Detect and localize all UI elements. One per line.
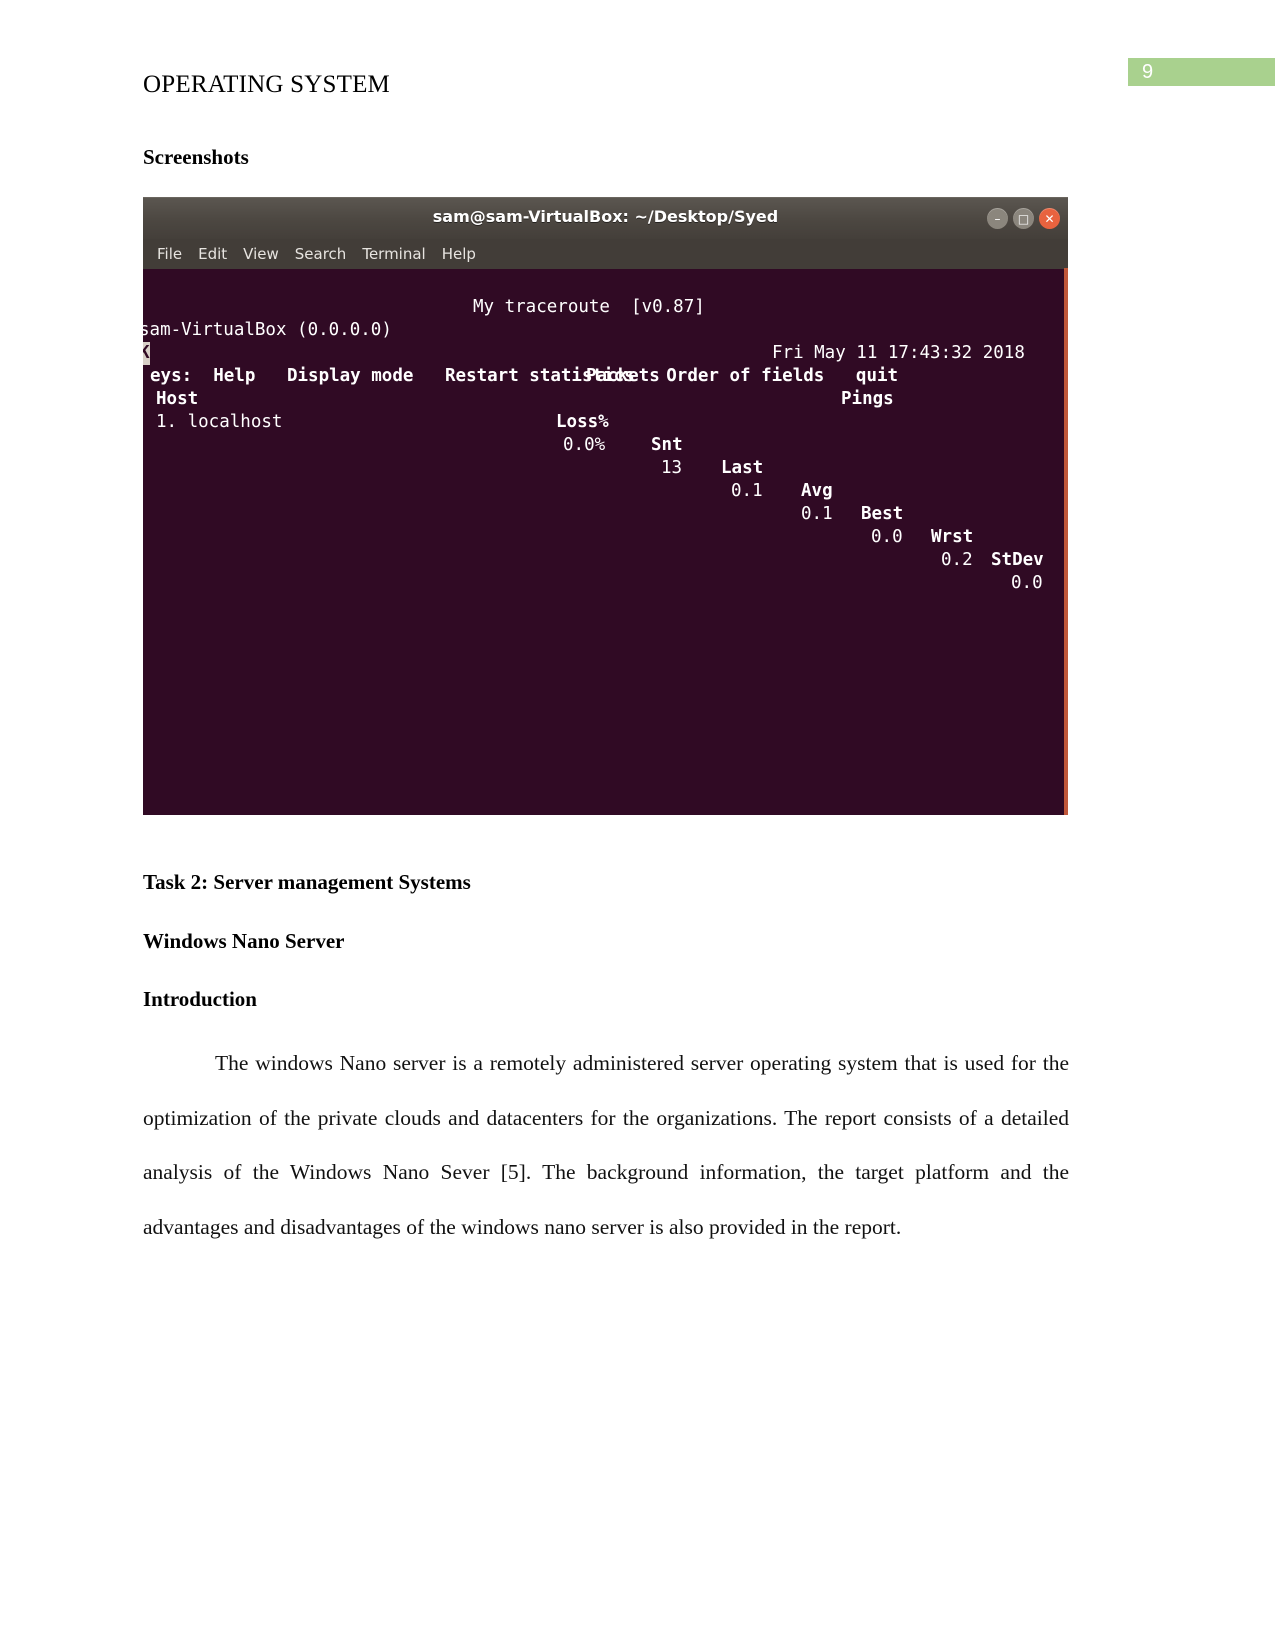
window-controls: – □ ✕ [987,208,1060,229]
mtr-keys-line: K eys: Help Display mode Restart statist… [143,319,1068,386]
terminal-window-screenshot: sam@sam-VirtualBox: ~/Desktop/Syed – □ ✕… [143,197,1068,815]
mtr-row-avg: 0.1 [801,504,833,524]
mtr-row-stdev: 0.0 [1011,573,1043,593]
menu-item-help[interactable]: Help [442,245,476,263]
terminal-menubar: File Edit View Search Terminal Help [143,239,1068,269]
mtr-group-header-line: Packets Pings [143,342,1068,409]
mtr-row-best: 0.0 [871,527,903,547]
terminal-output-area[interactable]: My traceroute [v0.87] sam-VirtualBox (0.… [143,269,1068,815]
terminal-titlebar[interactable]: sam@sam-VirtualBox: ~/Desktop/Syed – □ ✕ [143,197,1068,239]
page-number: 9 [1142,61,1154,83]
mtr-row-last: 0.1 [731,481,763,501]
terminal-title: sam@sam-VirtualBox: ~/Desktop/Syed [432,207,779,226]
mtr-col-best: Best [861,504,904,524]
introduction-paragraph: The windows Nano server is a remotely ad… [143,1051,1069,1239]
mtr-col-avg: Avg [801,481,833,501]
mtr-col-wrst: Wrst [931,527,974,547]
screenshots-heading: Screenshots [143,145,249,169]
menu-item-file[interactable]: File [157,245,182,263]
menu-item-search[interactable]: Search [295,245,347,263]
terminal-scrollbar-edge[interactable] [1064,268,1068,815]
close-icon[interactable]: ✕ [1039,208,1060,229]
mtr-row-loss: 0.0% [563,435,606,455]
mtr-row-wrst: 0.2 [941,550,973,570]
introduction-heading: Introduction [143,987,257,1011]
mtr-row-snt: 13 [661,458,683,478]
mtr-col-last: Last [721,458,764,478]
mtr-data-row: 1. localhost 0.0% 13 0.1 0.1 0.0 0.2 0.0 [143,388,1068,593]
mtr-col-loss: Loss% [556,412,609,432]
page-number-badge: 9 [1128,58,1275,86]
minimize-icon[interactable]: – [987,208,1008,229]
mtr-host-line: sam-VirtualBox (0.0.0.0) Fri May 11 17:4… [143,296,1068,363]
document-header-title: OPERATING SYSTEM [143,71,390,98]
task2-heading: Task 2: Server management Systems [143,870,471,894]
mtr-app-title-line: My traceroute [v0.87] [143,273,1068,317]
maximize-icon[interactable]: □ [1013,208,1034,229]
mtr-col-stdev: StDev [991,550,1044,570]
menu-item-view[interactable]: View [243,245,279,263]
nano-server-heading: Windows Nano Server [143,929,345,953]
mtr-column-header-line: Host Loss% Snt Last Avg Best Wrst StDev [143,365,1068,570]
mtr-row-host: 1. localhost [156,412,283,432]
menu-item-terminal[interactable]: Terminal [362,245,425,263]
mtr-col-snt: Snt [651,435,683,455]
menu-item-edit[interactable]: Edit [198,245,227,263]
